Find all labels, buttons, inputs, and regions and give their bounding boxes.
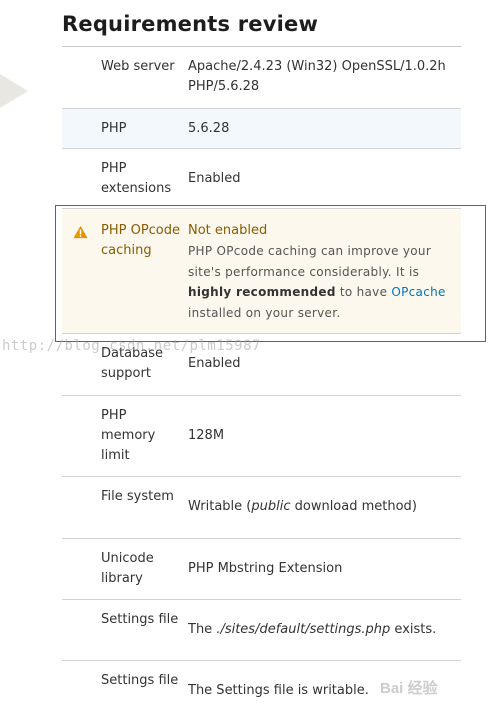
requirement-value: Apache/2.4.23 (Win32) OpenSSL/1.0.2h PHP…: [188, 59, 446, 94]
requirement-row-memory-limit: PHP memory limit 128M: [62, 396, 461, 477]
requirement-row-opcode-caching: PHP OPcode caching Not enabled PHP OPcod…: [62, 210, 461, 334]
description-text: to have: [335, 285, 392, 299]
requirement-value: Writable (public download method): [188, 497, 450, 517]
requirement-label: Web server: [101, 59, 175, 74]
description-text: installed on your server.: [188, 305, 341, 320]
requirement-label: PHP extensions: [101, 161, 172, 196]
requirement-value: 5.6.28: [188, 121, 230, 136]
requirement-row-web-server: Web server Apache/2.4.23 (Win32) OpenSSL…: [62, 47, 461, 109]
requirement-value-block: Not enabled PHP OPcode caching can impro…: [188, 221, 450, 323]
requirement-row-php-extensions: PHP extensions Enabled: [62, 149, 461, 209]
opcache-link[interactable]: OPcache: [391, 285, 445, 299]
requirement-label: File system: [101, 489, 174, 504]
requirement-description: PHP OPcode caching can improve your site…: [188, 241, 450, 323]
requirement-value: PHP Mbstring Extension: [188, 561, 343, 576]
requirement-value: 128M: [188, 428, 225, 443]
description-emphasis: highly recommended: [188, 285, 336, 299]
value-emphasis: public: [251, 499, 291, 514]
requirement-row-file-system: File system Writable (public download me…: [62, 477, 461, 539]
requirement-value: Enabled: [188, 171, 241, 186]
requirement-value: The Settings file is writable.: [188, 683, 369, 698]
side-tab-arrow[interactable]: [0, 74, 28, 108]
requirement-label: Unicode library: [101, 551, 154, 586]
requirement-row-unicode-library: Unicode library PHP Mbstring Extension: [62, 539, 461, 600]
requirement-label: Settings file: [101, 612, 179, 627]
requirement-value: Enabled: [188, 356, 241, 371]
value-text: Writable (: [188, 499, 252, 514]
requirement-row-settings-file-writable: Settings file The Settings file is writa…: [62, 661, 461, 723]
value-emphasis: ./sites/default/settings.php: [216, 622, 391, 637]
requirement-label: PHP: [101, 121, 127, 136]
page-title: Requirements review: [62, 12, 319, 36]
requirement-row-database-support: Database support Enabled: [62, 334, 461, 396]
requirement-label: PHP memory limit: [101, 408, 156, 463]
requirement-row-settings-file-exists: Settings file The ./sites/default/settin…: [62, 600, 461, 661]
warning-icon: [73, 225, 88, 239]
requirement-label: Database support: [101, 346, 164, 381]
requirements-table: Web server Apache/2.4.23 (Win32) OpenSSL…: [62, 47, 461, 723]
value-text: exists.: [390, 622, 437, 637]
requirement-value: Not enabled: [188, 223, 268, 238]
requirement-row-php: PHP 5.6.28: [62, 109, 461, 149]
value-text: The: [188, 622, 217, 637]
requirement-label: Settings file: [101, 673, 179, 688]
value-text: download method): [290, 499, 417, 514]
description-text: PHP OPcode caching can improve your site…: [188, 244, 432, 279]
requirement-value: The ./sites/default/settings.php exists.: [188, 620, 450, 640]
requirement-label: PHP OPcode caching: [101, 223, 181, 258]
